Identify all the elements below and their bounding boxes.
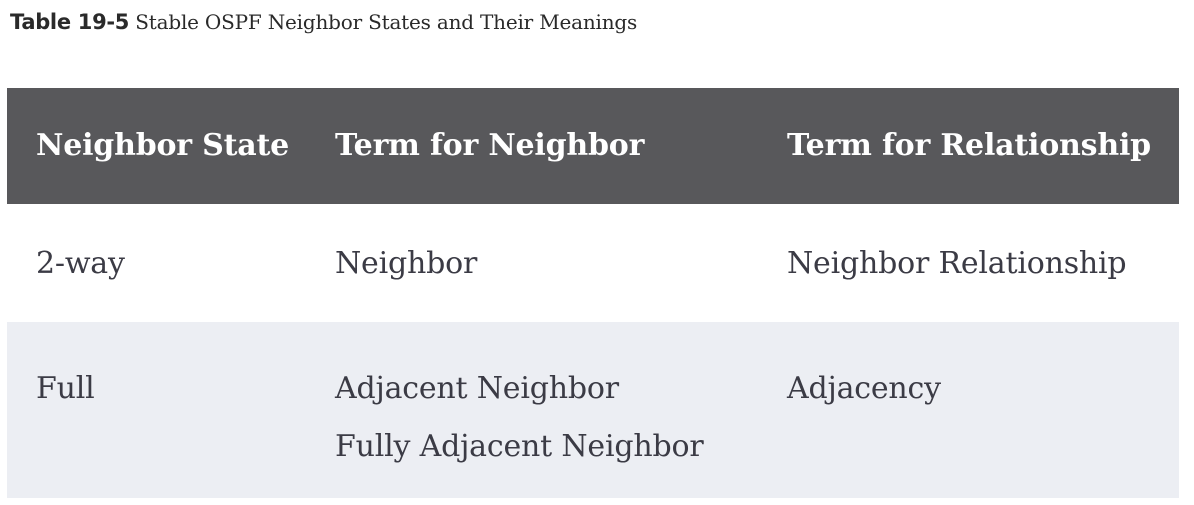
ospf-states-table: Neighbor State Term for Neighbor Term fo… xyxy=(7,88,1179,498)
table-caption: Table 19-5 Stable OSPF Neighbor States a… xyxy=(10,6,637,38)
table-header-row: Neighbor State Term for Neighbor Term fo… xyxy=(7,88,1179,204)
cell-term-for-neighbor: Adjacent Neighbor Fully Adjacent Neighbo… xyxy=(335,360,704,476)
table-row: Full Adjacent Neighbor Fully Adjacent Ne… xyxy=(7,322,1179,498)
column-header-term-for-relationship: Term for Relationship xyxy=(787,128,1151,163)
table-row: 2-way Neighbor Neighbor Relationship xyxy=(7,204,1179,322)
cell-neighbor-state: Full xyxy=(36,371,95,406)
cell-term-for-relationship: Adjacency xyxy=(787,371,941,406)
column-header-neighbor-state: Neighbor State xyxy=(36,128,290,163)
table-caption-label: Table 19-5 xyxy=(10,10,130,34)
cell-term-for-relationship: Neighbor Relationship xyxy=(787,246,1127,281)
table-caption-text: Stable OSPF Neighbor States and Their Me… xyxy=(129,10,638,34)
cell-term-line: Adjacent Neighbor xyxy=(335,371,619,406)
cell-neighbor-state: 2-way xyxy=(36,246,125,281)
cell-term-for-neighbor: Neighbor xyxy=(335,246,478,281)
cell-term-line: Fully Adjacent Neighbor xyxy=(335,429,704,464)
column-header-term-for-neighbor: Term for Neighbor xyxy=(335,128,645,163)
